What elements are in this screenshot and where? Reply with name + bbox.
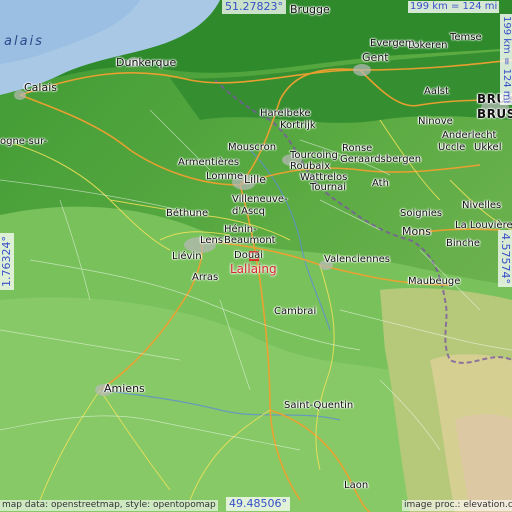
map-view[interactable]: alais Brugge Temse Gent Lokeren Evergem … [0,0,512,512]
city-label: Brugge [290,3,330,16]
city-label: Anderlecht [442,130,497,141]
city-label: Beaumont [224,235,276,246]
city-label: Arras [192,272,219,283]
left-longitude-label: 1.76324° [0,233,14,290]
city-label: Kortrijk [280,120,316,131]
city-label: Hénin- [224,224,257,235]
city-label: ogne-sur- [0,136,48,147]
city-label: Lille [244,173,267,186]
target-location-label: Lallaing [230,262,277,276]
city-label: Lomme [206,171,244,182]
city-label: Cambrai [274,306,317,317]
city-label: Mons [402,225,431,238]
city-label: Dunkerque [116,56,177,69]
city-label: Ath [372,178,389,189]
right-longitude-label: 4.57574° [498,230,512,287]
city-label: Tourcoing [290,150,338,161]
city-label: Geraardsbergen [340,154,422,165]
sea-label: alais [4,34,44,49]
city-label: Uccle [438,142,466,153]
city-label: Evergem [370,38,415,49]
city-label: Laon [344,480,369,491]
city-label: Mouscron [228,142,277,153]
city-label: Béthune [166,208,209,219]
city-label: Amiens [104,382,145,395]
bottom-latitude-label: 49.48506° [226,497,290,511]
city-label: d'Ascq [232,206,265,217]
city-label: Tournai [310,182,347,193]
city-label: Ronse [342,143,373,154]
city-label: Nivelles [462,200,502,211]
map-credit-right: image proc.: elevation.city [402,500,512,511]
city-label: Douai [234,250,264,261]
city-label: Villeneuve- [232,194,288,205]
city-label: Valenciennes [324,254,390,265]
city-label: Gent [362,51,389,64]
horizontal-scale-label: 199 km = 124 mi [408,1,500,13]
city-label: Binche [446,238,480,249]
city-label: Maubeuge [408,276,461,287]
city-label: Soignies [400,208,443,219]
city-label: Calais [24,81,58,94]
city-label: Saint-Quentin [284,400,354,411]
vertical-scale-label: 199 km = 124 mi [500,14,512,106]
top-latitude-label: 51.27823° [222,0,286,14]
city-label: BRUS [477,107,512,121]
city-label: Aalst [424,86,449,97]
city-label: Liévin [172,251,202,262]
city-label: Armentières [178,157,240,168]
city-label: Harelbeke [260,108,311,119]
city-label: Lens [200,235,224,246]
map-credit-left: map data: openstreetmap, style: opentopo… [0,500,218,511]
city-label: Ninove [418,116,453,127]
city-label: Ukkel [474,142,502,153]
city-label: Temse [450,32,482,43]
city-label: Roubaix [290,161,331,172]
